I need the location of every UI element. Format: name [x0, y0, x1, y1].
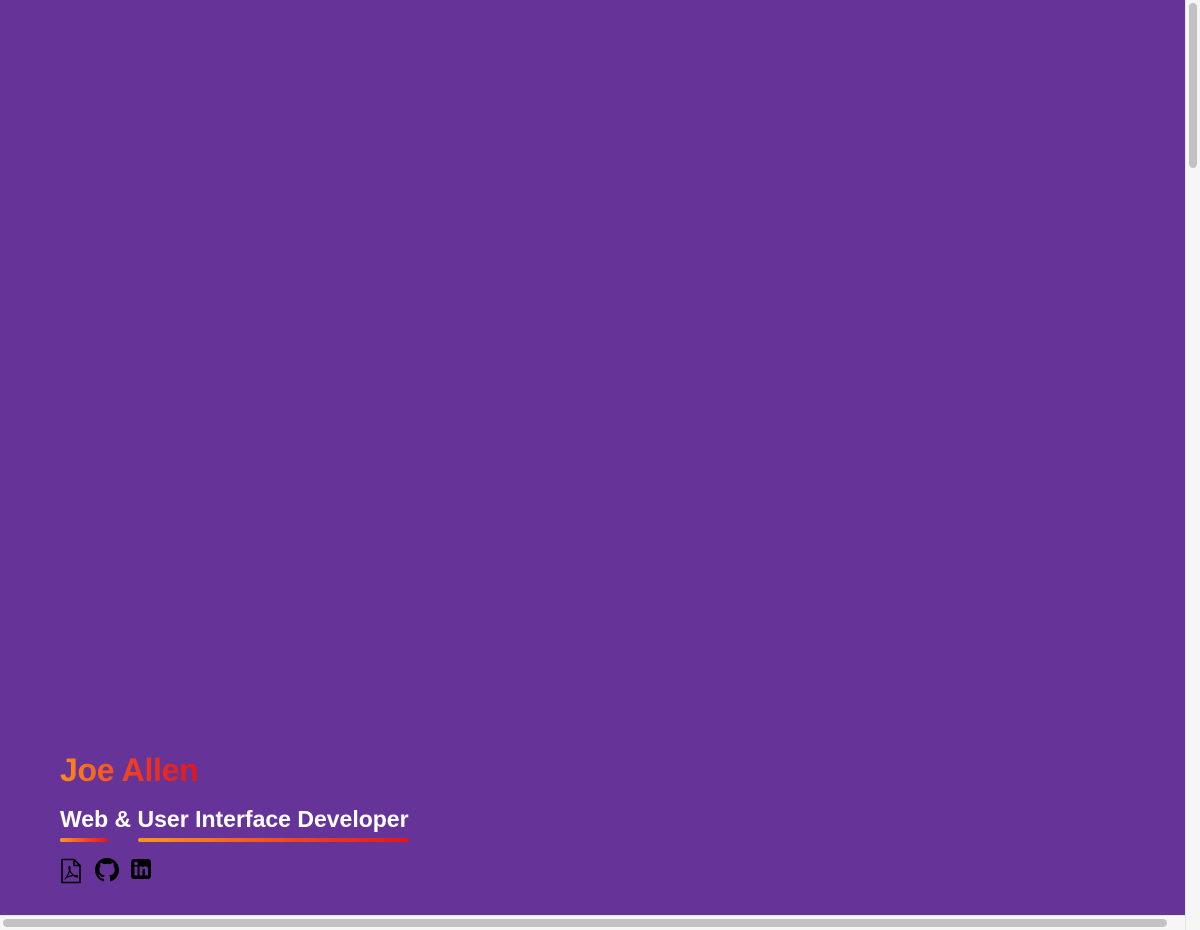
subtitle-role: User Interface Developer — [137, 806, 409, 842]
linkedin-icon — [131, 859, 151, 879]
vertical-scroll-thumb[interactable] — [1189, 3, 1197, 168]
subtitle-web: Web — [60, 806, 109, 842]
hero-subtitle: Web & User Interface Developer — [60, 804, 409, 842]
github-icon — [95, 858, 119, 882]
pdf-icon — [61, 858, 81, 884]
horizontal-scrollbar[interactable] — [0, 915, 1185, 930]
github-link[interactable] — [95, 858, 119, 884]
vertical-scrollbar[interactable] — [1185, 0, 1200, 930]
horizontal-scroll-thumb[interactable] — [3, 919, 1167, 927]
hero-name: Joe Allen — [60, 752, 199, 788]
page-viewport: Joe Allen Web & User Interface Developer — [0, 0, 1185, 915]
social-links — [60, 858, 154, 884]
resume-pdf-link[interactable] — [60, 858, 84, 884]
linkedin-link[interactable] — [130, 858, 154, 884]
subtitle-separator: & — [108, 806, 138, 832]
